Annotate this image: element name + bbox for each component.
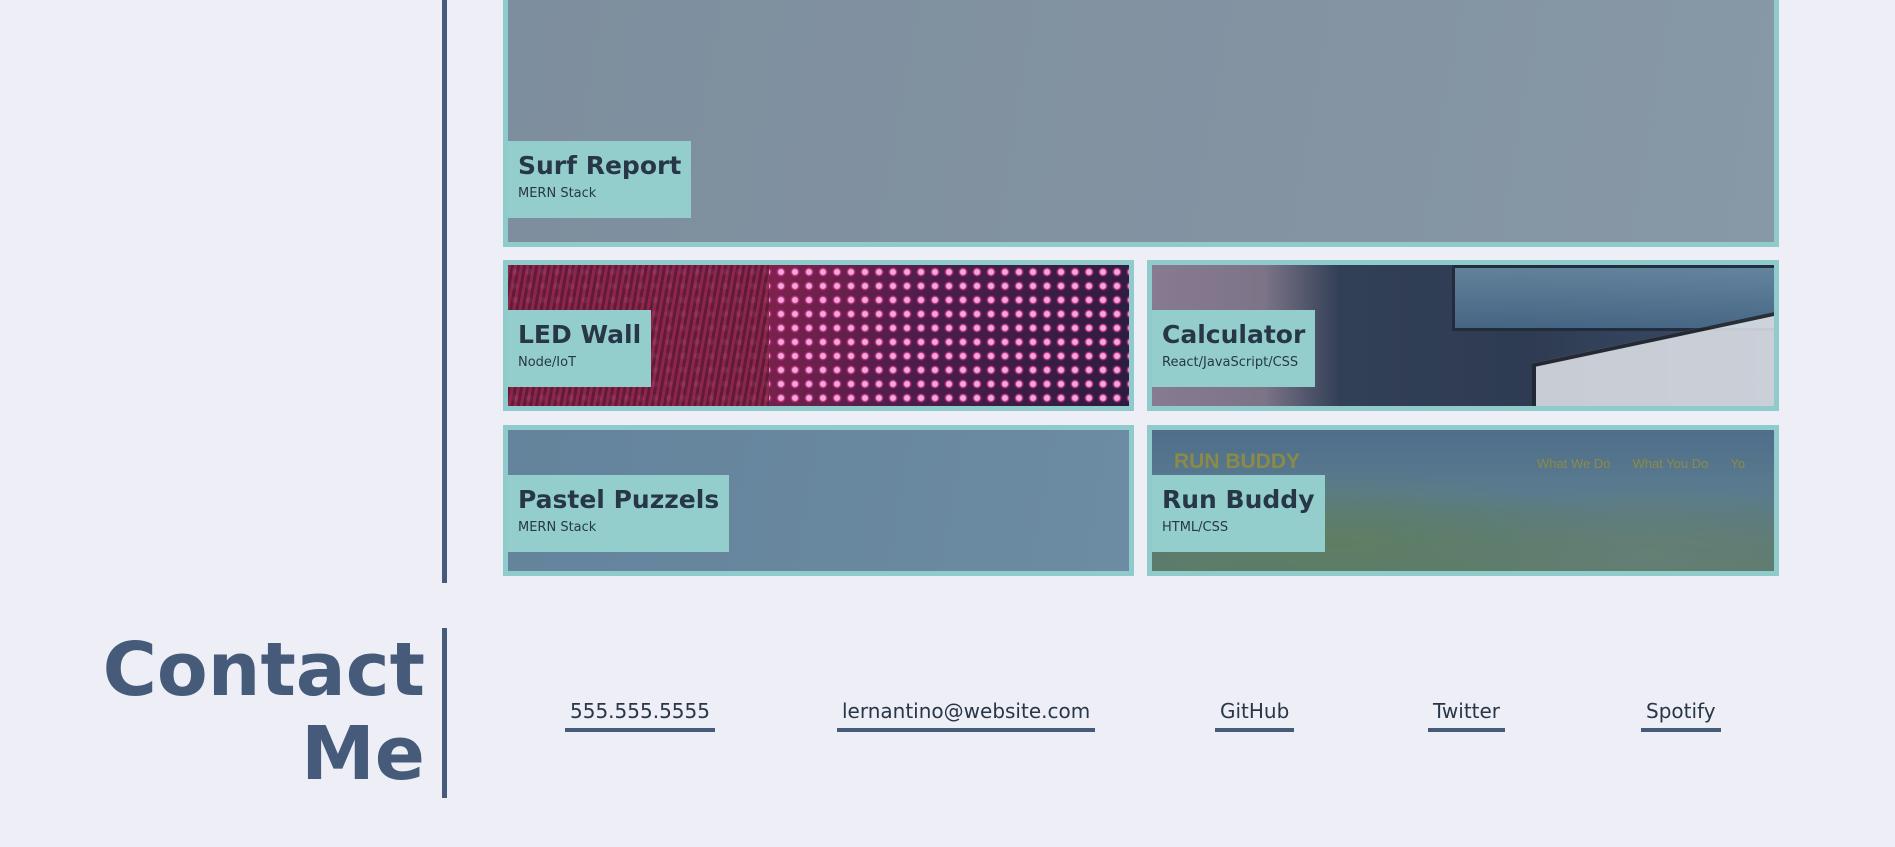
contact-heading-line1: Contact [102, 627, 425, 713]
portfolio-page: Surf Report MERN Stack LED Wall Node/IoT… [0, 0, 1895, 847]
project-caption: Surf Report MERN Stack [508, 141, 692, 218]
preview-nav-item: What We Do [1537, 456, 1611, 471]
contact-link-spotify[interactable]: Spotify [1641, 698, 1721, 732]
contact-link-email[interactable]: lernantino@website.com [837, 698, 1096, 732]
project-title: Run Buddy [1162, 485, 1315, 514]
project-title: Surf Report [518, 151, 682, 180]
contact-heading: Contact Me [103, 628, 425, 796]
contact-link-phone[interactable]: 555.555.5555 [565, 698, 715, 732]
project-card-surf-report[interactable]: Surf Report MERN Stack [503, 0, 1779, 247]
project-caption: LED Wall Node/IoT [508, 310, 652, 387]
project-card-pastel-puzzels[interactable]: Pastel Puzzels MERN Stack [503, 425, 1134, 576]
project-title: Calculator [1162, 320, 1306, 349]
project-card-led-wall[interactable]: LED Wall Node/IoT [503, 260, 1134, 411]
preview-nav-item: What You Do [1632, 456, 1709, 471]
run-buddy-preview-logo: RUN BUDDY [1174, 450, 1300, 473]
run-buddy-preview-nav: What We Do What You Do Yo [1537, 456, 1767, 471]
contact-link-github[interactable]: GitHub [1215, 698, 1295, 732]
project-stack: HTML/CSS [1162, 520, 1229, 535]
preview-nav-item: Yo [1730, 456, 1746, 471]
project-title: LED Wall [518, 320, 642, 349]
work-section-divider [442, 0, 447, 583]
project-card-calculator[interactable]: Calculator React/JavaScript/CSS [1147, 260, 1779, 411]
project-caption: Pastel Puzzels MERN Stack [508, 475, 730, 552]
project-caption: Calculator React/JavaScript/CSS [1152, 310, 1316, 387]
project-caption: Run Buddy HTML/CSS [1152, 475, 1325, 552]
project-image [508, 0, 1774, 242]
contact-link-twitter[interactable]: Twitter [1428, 698, 1506, 732]
contact-section-divider [442, 628, 447, 798]
project-stack: React/JavaScript/CSS [1162, 355, 1299, 370]
project-stack: Node/IoT [518, 355, 577, 370]
project-title: Pastel Puzzels [518, 485, 720, 514]
project-stack: MERN Stack [518, 520, 597, 535]
contact-heading-line2: Me [301, 711, 425, 797]
project-stack: MERN Stack [518, 186, 597, 201]
project-card-run-buddy[interactable]: RUN BUDDY What We Do What You Do Yo Run Bu… [1147, 425, 1779, 576]
